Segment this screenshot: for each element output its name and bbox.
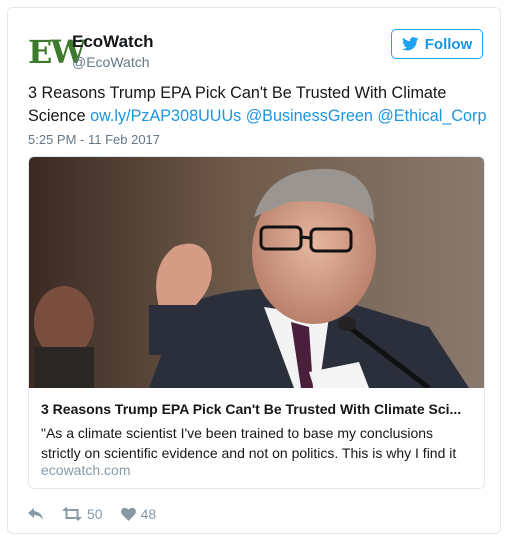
tweet-text: 3 Reasons Trump EPA Pick Can't Be Truste… (28, 82, 488, 128)
twitter-bird-icon (401, 37, 419, 51)
tweet-link[interactable]: ow.ly/PzAP308UUUs (90, 107, 241, 125)
like-button[interactable]: 48 (120, 506, 157, 522)
embedded-tweet: EW EcoWatch @EcoWatch Follow 3 Reasons T… (7, 7, 501, 534)
reply-icon (28, 508, 43, 520)
like-count: 48 (140, 506, 157, 522)
card-description: "As a climate scientist I've been traine… (41, 425, 457, 461)
card-domain: ecowatch.com (41, 462, 131, 478)
tweet-actions: 50 48 (28, 503, 174, 525)
retweet-icon (62, 507, 82, 521)
mention-businessgreen[interactable]: @BusinessGreen (246, 107, 373, 125)
follow-button[interactable]: Follow (391, 29, 483, 59)
mention-ethical-corp[interactable]: @Ethical_Corp (377, 107, 486, 125)
follow-label: Follow (424, 35, 473, 53)
card-photo (29, 157, 484, 388)
heart-icon (120, 507, 136, 521)
account-name[interactable]: EcoWatch (72, 32, 154, 52)
retweet-button[interactable]: 50 (62, 506, 103, 522)
reply-button[interactable] (28, 507, 44, 521)
tweet-timestamp[interactable]: 5:25 PM - 11 Feb 2017 (28, 132, 160, 147)
retweet-count: 50 (87, 506, 103, 522)
link-preview-card[interactable]: 3 Reasons Trump EPA Pick Can't Be Truste… (28, 156, 485, 489)
account-handle[interactable]: @EcoWatch (72, 54, 150, 70)
ecowatch-logo[interactable]: EW (28, 32, 86, 72)
card-title: 3 Reasons Trump EPA Pick Can't Be Truste… (41, 401, 462, 417)
